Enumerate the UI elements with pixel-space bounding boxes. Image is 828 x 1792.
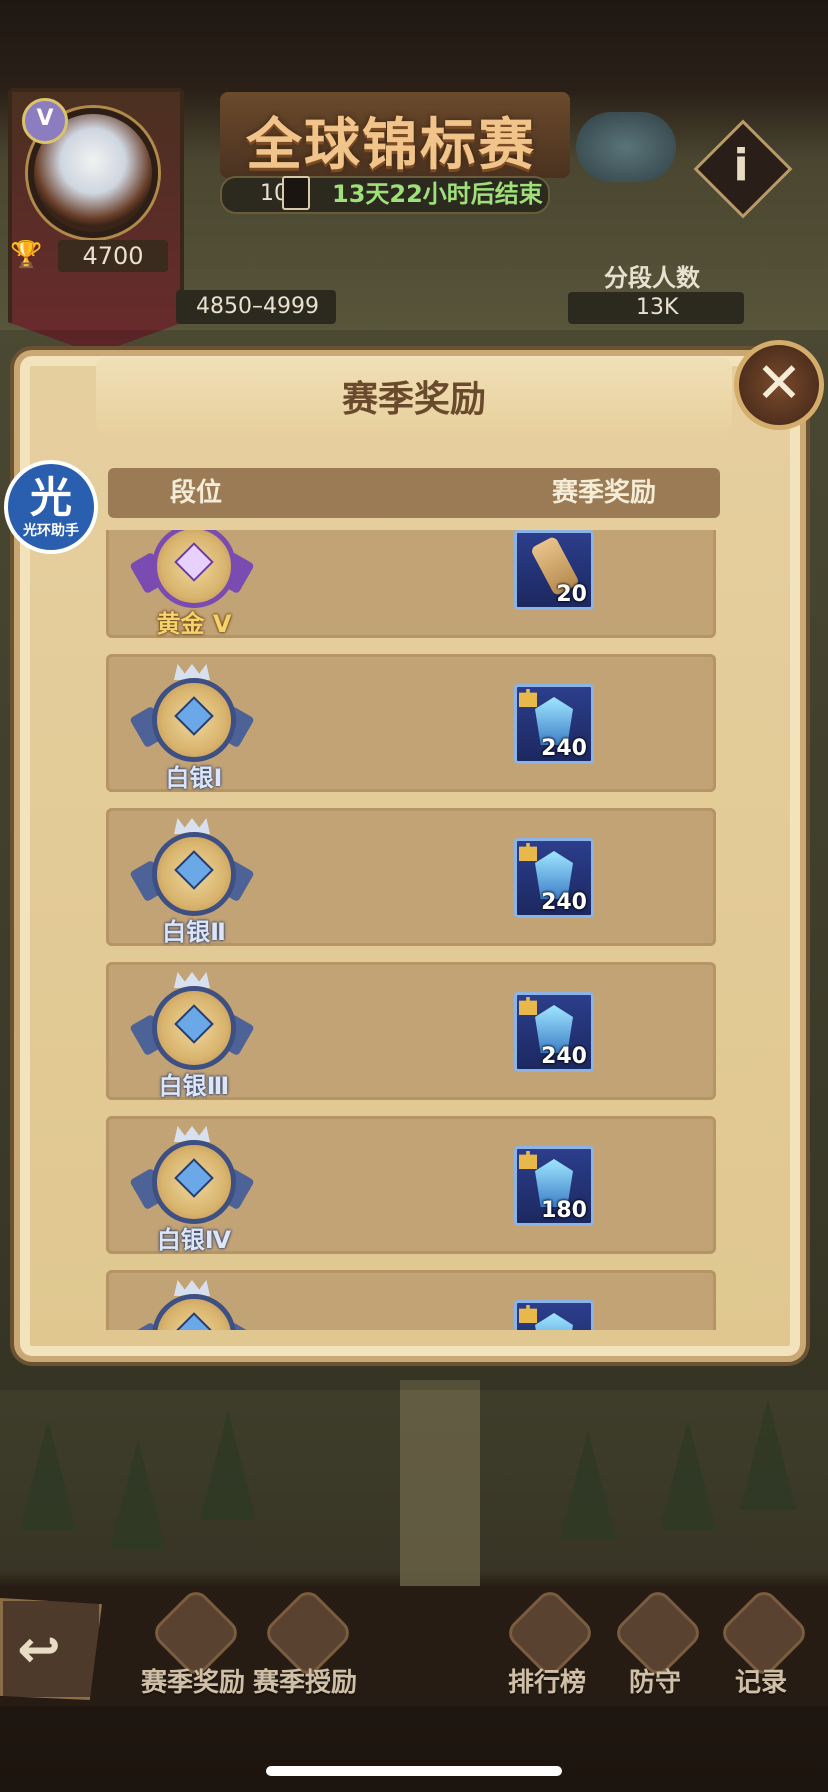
reward-row <box>106 1270 716 1330</box>
event-timer: 13天22小时后结束 <box>332 180 543 208</box>
reward-quantity: 240 <box>541 890 587 915</box>
trophy-score: 4700 <box>58 240 168 272</box>
nav-label: 记录 <box>734 1668 787 1698</box>
close-icon: ✕ <box>755 351 803 416</box>
reward-row: 白银Ⅱ 240 <box>106 808 716 946</box>
reward-quantity: 240 <box>541 736 587 761</box>
reward-row: 白银Ⅳ 180 <box>106 1116 716 1254</box>
reward-quantity: 240 <box>541 1044 587 1069</box>
reward-item[interactable]: 240 <box>514 684 594 764</box>
nav-label: 赛季奖励 <box>140 1668 245 1698</box>
event-title: 全球锦标赛 <box>246 113 536 178</box>
reward-row: 黄金 V 20 <box>106 530 716 638</box>
hourglass-icon <box>282 176 310 210</box>
crystal-icon <box>535 1313 573 1330</box>
puzzle-piece-icon <box>519 843 537 861</box>
tree <box>110 1440 166 1550</box>
rewards-list[interactable]: 黄金 V 20 白银Ⅰ 240 白银Ⅱ 240 白银Ⅲ 240 白银Ⅳ 180 <box>100 530 726 1330</box>
gold-tier-medal-icon <box>129 530 255 612</box>
tier-name: 白银Ⅱ <box>162 918 226 946</box>
tier-name: 白银Ⅳ <box>156 1226 232 1254</box>
score-range: 4850–4999 <box>196 294 319 319</box>
tier-name: 白银Ⅲ <box>158 1072 230 1100</box>
tier-name: 白银Ⅰ <box>165 764 223 792</box>
modal-title: 赛季奖励 <box>341 379 486 420</box>
back-arrow-icon: ↩ <box>17 1620 61 1680</box>
opponent-emblem <box>576 112 676 182</box>
tier-name: 黄金 V <box>156 610 232 638</box>
tree <box>560 1430 616 1540</box>
assistant-glyph: 光 <box>29 473 72 522</box>
trophy-icon: 🏆 <box>10 240 43 270</box>
tree <box>740 1400 796 1510</box>
reward-row: 白银Ⅰ 240 <box>106 654 716 792</box>
home-indicator[interactable] <box>266 1766 562 1776</box>
puzzle-piece-icon <box>519 689 537 707</box>
nav-defense[interactable]: 防守 <box>600 1586 710 1700</box>
segment-count-value: 13K <box>636 295 679 320</box>
trophy-count: 🏆 4700 <box>10 236 168 276</box>
silver-tier-medal-icon <box>129 972 255 1074</box>
info-icon: i <box>733 140 749 191</box>
column-header-rank: 段位 <box>170 478 223 508</box>
tree <box>660 1420 716 1530</box>
reward-row: 白银Ⅲ 240 <box>106 962 716 1100</box>
reward-item[interactable]: 240 <box>514 992 594 1072</box>
puzzle-piece-icon <box>519 997 537 1015</box>
nav-records[interactable]: 记录 <box>706 1586 816 1700</box>
nav-season-honors[interactable]: 赛季授励 <box>250 1586 360 1700</box>
puzzle-piece-icon <box>519 1151 537 1169</box>
player-rank-badge: V <box>22 98 68 144</box>
silver-tier-medal-icon <box>129 1126 255 1228</box>
dirt-road <box>400 1380 480 1590</box>
reward-item[interactable]: 240 <box>514 838 594 918</box>
silver-tier-medal-icon <box>129 664 255 766</box>
nav-season-rewards[interactable]: 赛季奖励 <box>138 1586 248 1700</box>
nav-label: 赛季授励 <box>252 1668 357 1698</box>
tree <box>200 1410 256 1520</box>
reward-quantity: 180 <box>541 1198 587 1223</box>
assistant-label: 光环助手 <box>23 523 79 539</box>
column-header-reward: 赛季奖励 <box>552 478 657 508</box>
reward-item[interactable] <box>514 1300 594 1330</box>
nav-leaderboard[interactable]: 排行榜 <box>492 1586 602 1700</box>
silver-tier-medal-icon <box>129 1280 255 1330</box>
reward-item[interactable]: 180 <box>514 1146 594 1226</box>
puzzle-piece-icon <box>519 1305 537 1323</box>
reward-quantity: 20 <box>556 582 587 607</box>
segment-count-label: 分段人数 <box>604 264 700 292</box>
tree <box>20 1420 76 1530</box>
reward-item[interactable]: 20 <box>514 530 594 610</box>
silver-tier-medal-icon <box>129 818 255 920</box>
